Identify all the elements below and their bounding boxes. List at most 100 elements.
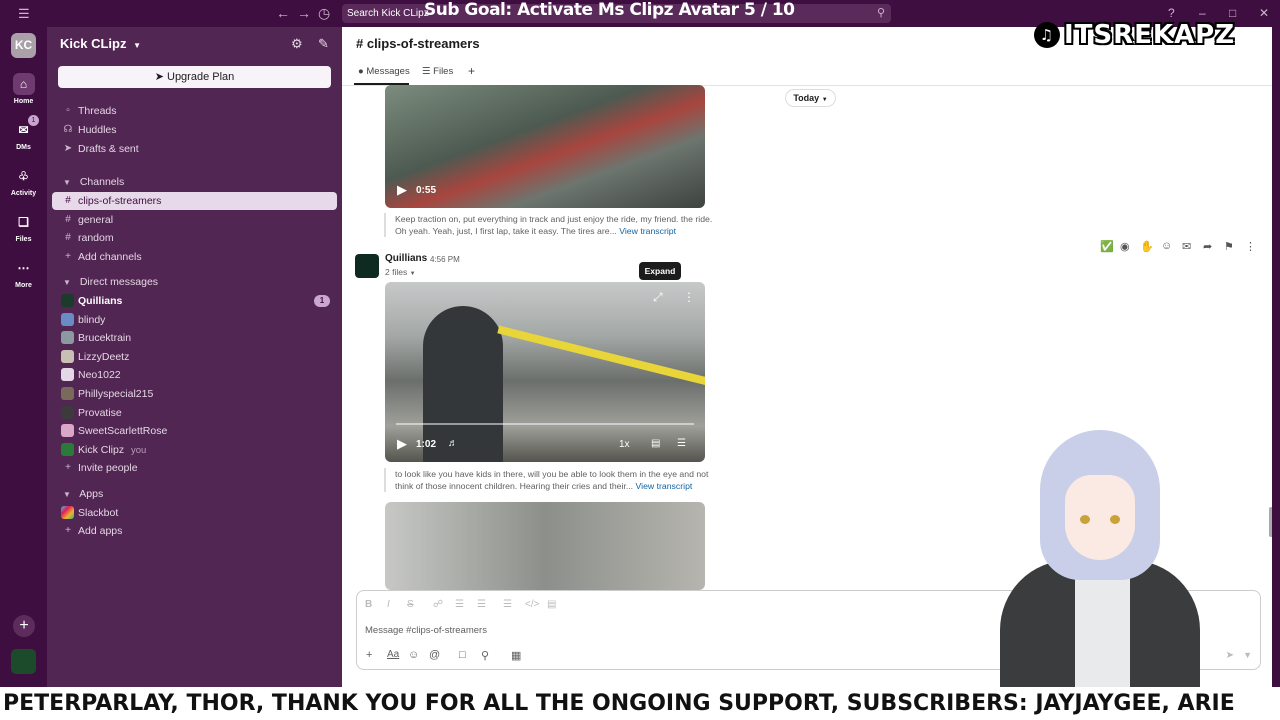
search-icon: ⚲ — [876, 7, 885, 19]
sidebar-dm-kick-clipz[interactable]: Kick Clipz you — [52, 441, 337, 459]
video-clip-icon[interactable]: □ — [459, 649, 466, 661]
video-attachment[interactable]: ▶ 0:55 — [385, 85, 705, 208]
you-label: you — [131, 445, 147, 456]
sidebar-item-threads[interactable]: ▫ Threads — [52, 102, 337, 120]
help-icon[interactable]: ? — [1168, 6, 1175, 20]
minimize-icon[interactable]: – — [1199, 6, 1206, 20]
send-options-chevron-icon[interactable]: ▼ — [1243, 650, 1252, 660]
invite-people-button[interactable]: + Invite people — [52, 459, 337, 477]
sidebar-dm-quillians[interactable]: Quillians 1 — [52, 292, 337, 310]
video-attachment[interactable] — [385, 502, 705, 590]
compose-icon[interactable]: ✎ — [318, 36, 329, 52]
avatar-shirt — [1075, 565, 1130, 690]
search-input[interactable]: Search Kick CLipz Sub Goal: Activate Ms … — [342, 0, 891, 23]
sidebar-dm-provatise[interactable]: Provatise — [52, 404, 337, 422]
message-timestamp[interactable]: 4:56 PM — [430, 255, 460, 264]
create-new-button[interactable]: + — [13, 615, 35, 637]
avatar-eye — [1080, 515, 1090, 524]
video-menu-icon[interactable]: ⋮ — [683, 290, 695, 304]
microphone-icon[interactable]: ⚲ — [481, 649, 489, 662]
video-progress-bar[interactable] — [396, 423, 694, 425]
mention-icon[interactable]: @ — [429, 649, 440, 661]
sidebar-dm-brucektrain[interactable]: Brucektrain — [52, 329, 337, 347]
sidebar-dm-blindy[interactable]: blindy — [52, 311, 337, 329]
bold-icon[interactable]: B — [365, 599, 372, 610]
rail-dms[interactable]: ✉ DMs — [0, 119, 47, 151]
hamburger-menu-icon[interactable]: ☰ — [18, 6, 30, 22]
sidebar-item-drafts[interactable]: ➤ Drafts & sent — [52, 140, 337, 158]
send-icon[interactable]: ➤ — [1226, 650, 1234, 661]
rail-activity[interactable]: ♧ Activity — [0, 165, 47, 197]
close-icon[interactable]: ✕ — [1259, 6, 1269, 20]
rail-files[interactable]: ❏ Files — [0, 211, 47, 243]
workspace-name-button[interactable]: Kick CLipz ▼ — [60, 36, 141, 51]
check-reaction-icon[interactable]: ✅ — [1100, 240, 1114, 253]
emoji-icon[interactable]: ☺ — [408, 649, 419, 661]
sidebar-channel-general[interactable]: # general — [52, 211, 337, 229]
ordered-list-icon[interactable]: ☰ — [455, 599, 464, 610]
forward-arrow-icon[interactable]: → — [297, 5, 311, 21]
rail-home[interactable]: ⌂ Home — [0, 73, 47, 105]
code-block-icon[interactable]: ▤ — [547, 599, 556, 610]
apps-section-header[interactable]: ▼ Apps — [63, 488, 103, 500]
sidebar-dm-phillyspecial215[interactable]: Phillyspecial215 — [52, 385, 337, 403]
strikethrough-icon[interactable]: S — [407, 599, 414, 610]
channel-title[interactable]: # clips-of-streamers — [356, 36, 480, 51]
play-icon[interactable]: ▶ — [397, 436, 407, 452]
sidebar-dm-sweetscarlettrose[interactable]: SweetScarlettRose — [52, 422, 337, 440]
sidebar-item-huddles[interactable]: ☊ Huddles — [52, 121, 337, 139]
expand-icon[interactable]: ⤢ — [653, 290, 663, 305]
message-input[interactable]: Message #clips-of-streamers — [365, 625, 487, 636]
attach-plus-icon[interactable]: + — [366, 649, 372, 661]
add-channels-button[interactable]: + Add channels — [52, 248, 337, 266]
tab-files[interactable]: ☰ Files — [422, 66, 453, 77]
maximize-icon[interactable]: □ — [1229, 6, 1236, 20]
volume-icon[interactable]: ♬ — [448, 438, 458, 449]
user-avatar[interactable] — [11, 649, 36, 674]
tab-messages[interactable]: ● Messages — [358, 66, 410, 77]
slash-command-icon[interactable]: ▦ — [511, 649, 521, 662]
plus-icon: + — [65, 462, 71, 473]
transcript-icon[interactable]: ☰ — [677, 438, 686, 449]
channels-section-header[interactable]: ▼ Channels — [63, 176, 124, 188]
add-apps-button[interactable]: + Add apps — [52, 522, 337, 540]
add-reaction-icon[interactable]: ☺ — [1161, 240, 1172, 252]
italic-icon[interactable]: I — [387, 599, 390, 610]
bookmark-icon[interactable]: ⚑ — [1224, 240, 1234, 253]
indent-icon[interactable]: ☰ — [503, 599, 512, 610]
files-toggle[interactable]: 2 files ▼ — [385, 267, 416, 277]
reply-thread-icon[interactable]: ✉ — [1182, 240, 1191, 253]
code-icon[interactable]: </> — [525, 599, 539, 610]
avatar[interactable] — [355, 254, 379, 278]
history-icon[interactable]: ◷ — [318, 5, 330, 22]
bulleted-list-icon[interactable]: ☰ — [477, 599, 486, 610]
rail-home-label: Home — [13, 98, 34, 105]
video-attachment[interactable]: ⤢ ⋮ ▶ 1:02 ♬ 1x ▤ ☰ — [385, 282, 705, 462]
eyes-reaction-icon[interactable]: ◉ — [1120, 240, 1130, 253]
sidebar-dm-lizzydeetz[interactable]: LizzyDeetz — [52, 348, 337, 366]
sidebar-dm-neo1022[interactable]: Neo1022 — [52, 366, 337, 384]
share-icon[interactable]: ➦ — [1203, 240, 1212, 253]
message-author[interactable]: Quillians — [385, 253, 427, 264]
sidebar-channel-clips-of-streamers[interactable]: # clips-of-streamers — [52, 192, 337, 210]
link-icon[interactable]: ☍ — [433, 599, 443, 610]
sub-goal-overlay: Sub Goal: Activate Ms Clipz Avatar 5 / 1… — [424, 0, 795, 20]
dm-section-header[interactable]: ▼ Direct messages — [63, 276, 158, 288]
formatting-icon[interactable]: Aa — [387, 649, 399, 660]
sidebar-channel-random[interactable]: # random — [52, 229, 337, 247]
workspace-icon[interactable]: KC — [11, 33, 36, 58]
upgrade-plan-button[interactable]: ➤ Upgrade Plan — [58, 66, 331, 88]
back-arrow-icon[interactable]: ← — [276, 5, 290, 21]
rail-more[interactable]: ⋯ More — [0, 257, 47, 289]
more-actions-icon[interactable]: ⋮ — [1245, 240, 1256, 253]
add-tab-button[interactable]: + — [468, 64, 475, 78]
raised-hands-reaction-icon[interactable]: ✋ — [1140, 240, 1154, 253]
sidebar-app-slackbot[interactable]: Slackbot — [52, 504, 337, 522]
view-transcript-link[interactable]: View transcript — [636, 481, 693, 491]
play-icon[interactable]: ▶ — [397, 182, 407, 198]
captions-icon[interactable]: ▤ — [651, 438, 660, 449]
view-transcript-link[interactable]: View transcript — [619, 226, 676, 236]
date-divider-button[interactable]: Today ▼ — [785, 89, 836, 107]
playback-speed[interactable]: 1x — [619, 439, 630, 450]
settings-gear-icon[interactable]: ⚙ — [291, 36, 303, 52]
